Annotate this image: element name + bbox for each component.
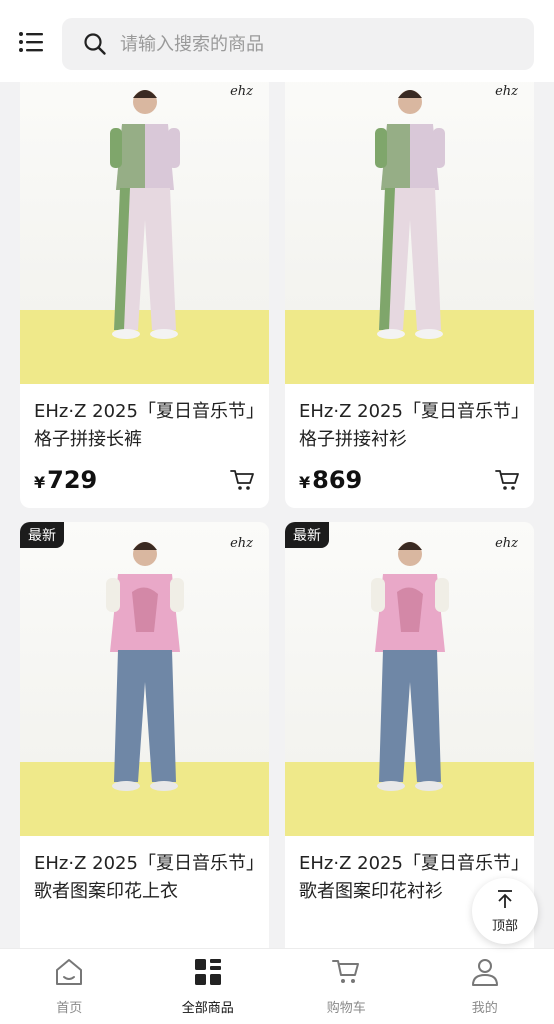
tab-profile-label: 我的 [471, 1001, 498, 1016]
brand-logo: ehz [230, 84, 253, 99]
new-badge: 最新 [285, 522, 329, 548]
new-badge: 最新 [20, 522, 64, 548]
menu-icon[interactable] [18, 30, 44, 54]
add-to-cart-icon[interactable] [229, 467, 255, 493]
model-figure [100, 82, 190, 354]
back-to-top-label: 顶部 [491, 918, 518, 934]
product-price: ¥729 [34, 466, 98, 494]
product-image[interactable]: ehz [285, 82, 534, 384]
user-icon [470, 957, 500, 991]
brand-logo: ehz [495, 84, 518, 99]
back-to-top-button[interactable]: 顶部 [472, 878, 538, 944]
model-figure [365, 82, 455, 354]
arrow-up-icon [495, 889, 515, 913]
product-grid: ehz EHz·Z 2025「夏日音乐节」格子拼接长裤 ¥729 ehz EHz… [20, 82, 534, 948]
product-card[interactable]: ehz EHz·Z 2025「夏日音乐节」格子拼接长裤 ¥729 [20, 82, 269, 508]
grid-icon [193, 957, 223, 991]
bottom-tab-bar: 首页 全部商品 购物车 我的 [0, 948, 554, 1024]
search-input[interactable] [120, 33, 500, 55]
tab-home[interactable]: 首页 [0, 949, 139, 1024]
search-bar[interactable] [62, 18, 534, 70]
cart-icon [330, 957, 362, 991]
product-title[interactable]: EHz·Z 2025「夏日音乐节」格子拼接衬衫 [299, 398, 520, 454]
product-price: ¥869 [299, 466, 363, 494]
product-title[interactable]: EHz·Z 2025「夏日音乐节」格子拼接长裤 [34, 398, 255, 454]
product-title[interactable]: EHz·Z 2025「夏日音乐节」歌者图案印花上衣 [34, 850, 255, 906]
add-to-cart-icon[interactable] [494, 467, 520, 493]
product-image[interactable]: ehz [20, 82, 269, 384]
search-icon [82, 31, 108, 57]
product-feed[interactable]: ehz EHz·Z 2025「夏日音乐节」格子拼接长裤 ¥729 ehz EHz… [0, 82, 554, 948]
tab-all-products[interactable]: 全部商品 [139, 949, 278, 1024]
product-card[interactable]: 最新 ehz EHz·Z 2025「夏日音乐节」歌者图案印花上衣 [20, 522, 269, 948]
model-figure [100, 532, 190, 806]
product-image[interactable]: 最新 ehz [285, 522, 534, 836]
brand-logo: ehz [230, 536, 253, 551]
product-image[interactable]: 最新 ehz [20, 522, 269, 836]
tab-cart-label: 购物车 [326, 1001, 366, 1016]
tab-all-products-label: 全部商品 [181, 1001, 234, 1016]
tab-home-label: 首页 [56, 1001, 83, 1016]
top-bar [0, 0, 554, 82]
home-icon [53, 957, 85, 991]
brand-logo: ehz [495, 536, 518, 551]
tab-cart[interactable]: 购物车 [277, 949, 416, 1024]
model-figure [365, 532, 455, 806]
product-card[interactable]: ehz EHz·Z 2025「夏日音乐节」格子拼接衬衫 ¥869 [285, 82, 534, 508]
tab-profile[interactable]: 我的 [416, 949, 554, 1024]
